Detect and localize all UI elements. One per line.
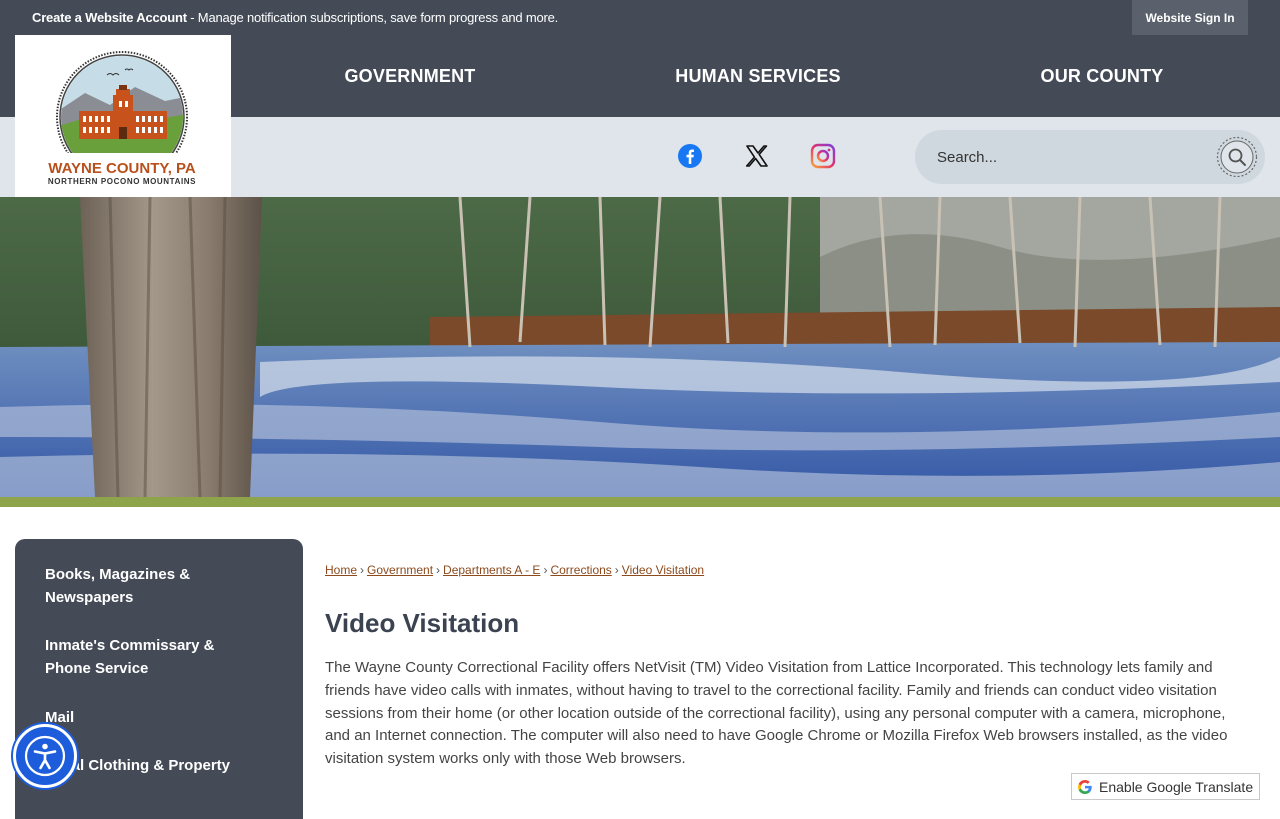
create-account-description: - Manage notification subscriptions, sav… (186, 10, 559, 25)
search-icon (1216, 136, 1258, 178)
breadcrumb-corrections[interactable]: Corrections (550, 563, 611, 577)
site-search (915, 130, 1265, 184)
breadcrumb-separator: › (360, 563, 365, 577)
sidebar-item-label: Inmate's Commissary & (45, 637, 215, 654)
create-account-strong[interactable]: Create a Website Account (32, 10, 187, 25)
facebook-icon[interactable] (676, 142, 704, 170)
breadcrumb-separator: › (614, 563, 619, 577)
x-icon[interactable] (743, 142, 771, 170)
logo-title: WAYNE COUNTY, PA (48, 160, 196, 177)
sidebar-item-mail[interactable]: Mail (45, 706, 275, 729)
sidebar-item-label: Newspapers (45, 589, 134, 606)
accessibility-icon (24, 735, 66, 777)
account-bar: Create a Website Account - Manage notifi… (0, 0, 1280, 35)
accent-divider (0, 497, 1280, 507)
nav-item-government[interactable]: GOVERNMENT (310, 35, 510, 117)
page-title: Video Visitation (325, 608, 520, 638)
breadcrumb: Home › Government › Departments A - E › Correc… (325, 563, 704, 577)
sidebar-item-label: Mail (45, 709, 75, 726)
sidebar-item-commissary[interactable]: Inmate's Commissary & Phone Service (45, 634, 275, 680)
breadcrumb-separator: › (436, 563, 441, 577)
create-account-link[interactable]: Create a Website Account - Manage notifi… (32, 10, 558, 25)
google-translate-button[interactable]: Enable Google Translate (1071, 773, 1260, 800)
accessibility-button[interactable] (13, 724, 77, 788)
google-translate-icon (1077, 778, 1093, 795)
search-button[interactable] (1216, 136, 1258, 178)
logo-subtitle: NORTHERN POCONO MOUNTAINS (48, 177, 196, 186)
breadcrumb-separator: › (543, 563, 548, 577)
breadcrumb-departments[interactable]: Departments A - E (443, 563, 540, 577)
nav-item-human-services[interactable]: HUMAN SERVICES (648, 35, 868, 117)
sidebar-item-label: Books, Magazines & (45, 566, 191, 583)
sidebar-item-label: sonal Clothing & Property (45, 757, 231, 774)
website-sign-in-button[interactable]: Website Sign In (1132, 0, 1248, 35)
google-translate-label: Enable Google Translate (1099, 778, 1254, 795)
county-logo[interactable]: WAYNE COUNTY, PA NORTHERN POCONO MOUNTAI… (15, 35, 231, 197)
breadcrumb-government[interactable]: Government (367, 563, 433, 577)
sidebar-item-personal-clothing[interactable]: sonal Clothing & Property (45, 754, 275, 777)
breadcrumb-home[interactable]: Home (325, 563, 357, 577)
instagram-icon[interactable] (809, 142, 837, 170)
sidebar-item-books-magazines[interactable]: Books, Magazines & Newspapers (45, 563, 275, 609)
breadcrumb-video-visitation[interactable]: Video Visitation (622, 563, 704, 577)
nav-item-our-county[interactable]: OUR COUNTY (1002, 35, 1202, 117)
hero-banner-image (0, 197, 1280, 497)
page-body-text: The Wayne County Correctional Facility o… (325, 659, 1228, 768)
search-input[interactable] (937, 146, 1197, 168)
sidebar-item-label: Phone Service (45, 660, 149, 677)
